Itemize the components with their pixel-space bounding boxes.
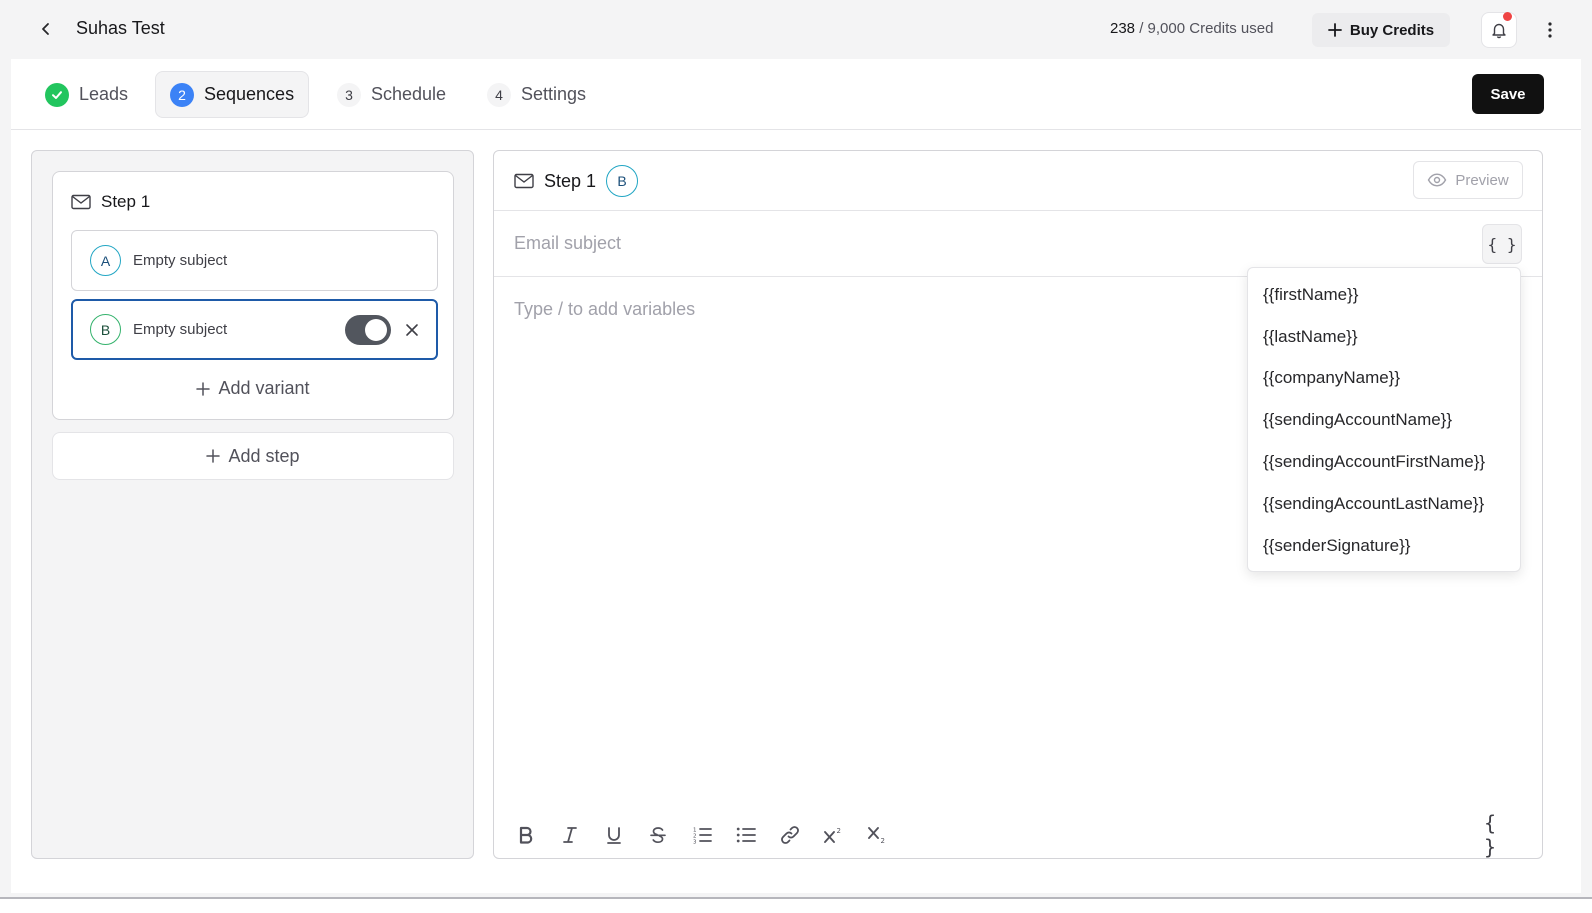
add-step-button[interactable]: Add step bbox=[52, 432, 454, 480]
back-button[interactable] bbox=[34, 17, 58, 41]
campaign-stepper: Leads 2 Sequences 3 Schedule 4 Settings … bbox=[11, 59, 1581, 130]
notifications-button[interactable] bbox=[1481, 12, 1517, 48]
subscript-button[interactable]: 2 bbox=[856, 819, 900, 851]
editor-step-title: Step 1 bbox=[544, 170, 597, 191]
variable-option-sender-signature[interactable]: {{senderSignature}} bbox=[1248, 525, 1520, 567]
email-subject-input[interactable] bbox=[514, 225, 1454, 261]
bullet-list-button[interactable] bbox=[724, 819, 768, 851]
step-title: Step 1 bbox=[101, 192, 151, 211]
superscript-button[interactable]: 2 bbox=[812, 819, 856, 851]
toggle-knob bbox=[365, 319, 387, 341]
eye-icon bbox=[1428, 173, 1447, 187]
remove-variant-button[interactable] bbox=[401, 319, 423, 341]
variant-subject: Empty subject bbox=[133, 252, 228, 269]
close-icon bbox=[406, 324, 418, 336]
body-variables-button[interactable]: { } bbox=[1484, 811, 1516, 859]
chevron-left-icon bbox=[42, 23, 49, 35]
superscript-icon: 2 bbox=[824, 827, 841, 843]
variable-option-sending-account-name[interactable]: {{sendingAccountName}} bbox=[1248, 399, 1520, 441]
vertical-dots-icon bbox=[1548, 22, 1552, 38]
add-step-label: Add step bbox=[228, 445, 300, 466]
variant-subject: Empty subject bbox=[133, 321, 228, 338]
completed-check-icon bbox=[45, 82, 69, 107]
variable-option-first-name[interactable]: {{firstName}} bbox=[1248, 274, 1520, 316]
add-variant-label: Add variant bbox=[218, 378, 310, 398]
preview-button[interactable]: Preview bbox=[1413, 161, 1523, 199]
ordered-list-button[interactable]: 123 bbox=[680, 819, 724, 851]
campaign-title: Suhas Test bbox=[76, 18, 165, 38]
bell-icon bbox=[1492, 23, 1506, 39]
subject-variables-button[interactable]: { } bbox=[1482, 224, 1522, 264]
tab-leads[interactable]: Leads bbox=[31, 71, 142, 118]
credits-usage: 238 / 9,000 Credits used bbox=[1110, 20, 1273, 37]
variable-option-sending-account-last-name[interactable]: {{sendingAccountLastName}} bbox=[1248, 483, 1520, 525]
variant-a[interactable]: A Empty subject bbox=[71, 230, 438, 291]
link-button[interactable] bbox=[768, 819, 812, 851]
editor-title: Step 1 B bbox=[514, 165, 639, 197]
preview-label: Preview bbox=[1455, 171, 1509, 189]
svg-text:3: 3 bbox=[693, 840, 697, 845]
add-variant-button[interactable]: Add variant bbox=[53, 378, 453, 399]
tab-sequences[interactable]: 2 Sequences bbox=[155, 71, 310, 118]
italic-icon bbox=[563, 827, 577, 843]
step-header: Step 1 bbox=[71, 192, 150, 212]
more-options-button[interactable] bbox=[1538, 18, 1562, 42]
mail-icon bbox=[514, 173, 534, 189]
bottom-strip bbox=[0, 899, 1592, 913]
notification-dot bbox=[1503, 12, 1512, 21]
step-card[interactable]: Step 1 A Empty subject B Empty subject A… bbox=[52, 171, 454, 420]
sequence-steps-panel: Step 1 A Empty subject B Empty subject A… bbox=[31, 150, 474, 859]
underline-button[interactable] bbox=[592, 819, 636, 851]
bullet-list-icon bbox=[736, 827, 756, 843]
tab-settings[interactable]: 4 Settings bbox=[473, 71, 600, 118]
email-body-editor[interactable]: Type / to add variables bbox=[514, 299, 695, 320]
credits-used-count: 238 bbox=[1110, 20, 1136, 37]
variant-enabled-toggle[interactable] bbox=[345, 315, 391, 345]
variables-dropdown: {{firstName}} {{lastName}} {{companyName… bbox=[1247, 267, 1521, 572]
variable-option-company-name[interactable]: {{companyName}} bbox=[1248, 358, 1520, 400]
top-bar: Suhas Test 238 / 9,000 Credits used Buy … bbox=[0, 0, 1592, 58]
plus-icon bbox=[196, 381, 211, 396]
tab-number: 4 bbox=[487, 82, 511, 107]
editor-variant-badge: B bbox=[606, 165, 639, 197]
tab-number: 3 bbox=[337, 82, 361, 107]
tab-label: Sequences bbox=[204, 84, 295, 104]
plus-icon bbox=[206, 449, 221, 463]
strikethrough-button[interactable] bbox=[636, 819, 680, 851]
tab-number: 2 bbox=[170, 82, 194, 107]
variant-letter-badge: A bbox=[90, 245, 121, 276]
bold-icon bbox=[519, 826, 533, 844]
ordered-list-icon: 123 bbox=[693, 828, 712, 845]
buy-credits-label: Buy Credits bbox=[1349, 21, 1435, 39]
link-icon bbox=[781, 826, 799, 844]
underline-icon bbox=[607, 826, 621, 844]
italic-button[interactable] bbox=[548, 819, 592, 851]
svg-text:2: 2 bbox=[881, 837, 885, 845]
tab-label: Leads bbox=[79, 84, 129, 104]
svg-text:2: 2 bbox=[837, 827, 841, 835]
mail-icon bbox=[71, 194, 91, 210]
variant-b[interactable]: B Empty subject bbox=[71, 299, 438, 360]
tab-label: Schedule bbox=[371, 84, 447, 104]
buy-credits-button[interactable]: Buy Credits bbox=[1312, 13, 1450, 47]
variable-option-last-name[interactable]: {{lastName}} bbox=[1248, 316, 1520, 358]
variable-option-sending-account-first-name[interactable]: {{sendingAccountFirstName}} bbox=[1248, 441, 1520, 483]
plus-icon bbox=[1328, 23, 1342, 37]
editor-header: Step 1 B Preview bbox=[494, 151, 1542, 211]
credits-total-label: / 9,000 Credits used bbox=[1135, 20, 1274, 37]
variant-letter-badge: B bbox=[90, 314, 121, 345]
tab-label: Settings bbox=[521, 84, 587, 104]
formatting-toolbar: 123 2 2 bbox=[504, 819, 900, 851]
subscript-icon: 2 bbox=[868, 827, 885, 845]
save-button[interactable]: Save bbox=[1472, 74, 1544, 114]
strikethrough-icon bbox=[650, 827, 666, 844]
bold-button[interactable] bbox=[504, 819, 548, 851]
tab-schedule[interactable]: 3 Schedule bbox=[323, 71, 460, 118]
